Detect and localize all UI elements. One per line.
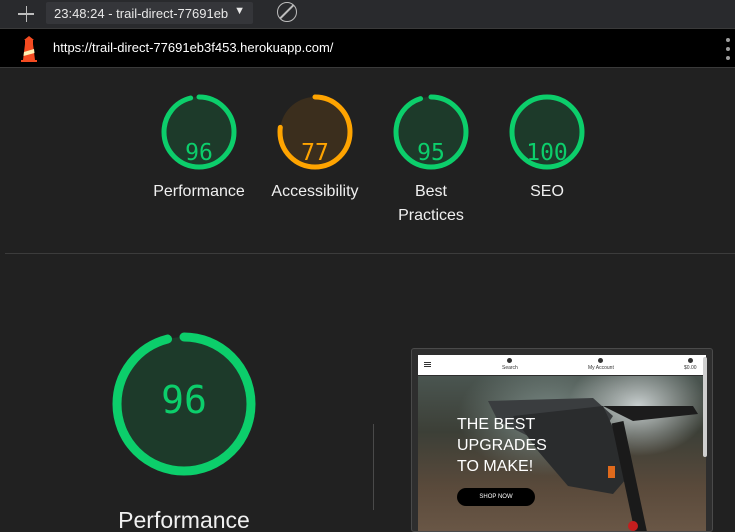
gauge-seo[interactable]: 100 SEO [487, 92, 607, 204]
vertical-divider [373, 424, 374, 510]
gauge-best-practices[interactable]: 95 Best Practices [371, 92, 491, 228]
hero-headline: THE BEST UPGRADES TO MAKE! [457, 414, 547, 477]
performance-heading: Performance [118, 507, 250, 532]
page-url[interactable]: https://trail-direct-77691eb3f453.heroku… [53, 40, 333, 55]
hero-line-3: TO MAKE! [457, 458, 534, 475]
report-label: 23:48:24 - trail-direct-77691eb [54, 5, 229, 21]
gauge-performance[interactable]: 96 Performance [139, 92, 259, 204]
gauge-accessibility[interactable]: 77 Accessibility [255, 92, 375, 204]
more-options-icon[interactable] [724, 38, 732, 60]
gauge-score: 100 [526, 140, 568, 166]
shop-now-button: SHOP NOW [457, 488, 535, 506]
bag-icon [687, 358, 693, 363]
gauge-score: 96 [185, 140, 213, 166]
gauge-score: 95 [417, 140, 445, 166]
nav-cart-label: $0.00 [684, 365, 697, 371]
nav-search-label: Search [502, 365, 518, 371]
hero-line-1: THE BEST [457, 416, 536, 433]
plus-icon[interactable] [14, 3, 38, 25]
gauge-score: 77 [301, 140, 329, 166]
gauge-label: Accessibility [271, 183, 359, 200]
gauge-label: SEO [530, 183, 564, 200]
devtools-toolbar: 23:48:24 - trail-direct-77691eb ▼ [0, 0, 735, 28]
search-icon [507, 358, 513, 363]
final-screenshot[interactable]: Search My Account $0.00 THE BEST UPGRADE… [411, 348, 713, 532]
report-selector[interactable]: 23:48:24 - trail-direct-77691eb ▼ [46, 2, 254, 24]
lighthouse-icon [21, 36, 37, 62]
screenshot-nav-account: My Account [588, 358, 614, 371]
hero-line-2: UPGRADES [457, 437, 547, 454]
screenshot-scrollbar[interactable] [703, 357, 707, 457]
performance-score-large: 96 [161, 378, 207, 422]
clear-icon[interactable] [277, 2, 297, 22]
caret-down-icon: ▼ [234, 5, 246, 17]
gauge-label: Performance [153, 183, 245, 200]
screenshot-nav-cart: $0.00 [684, 358, 697, 371]
user-icon [598, 358, 604, 363]
menu-icon [424, 362, 431, 367]
score-summary: 96 Performance 77 Accessibility 95 Best … [0, 68, 735, 253]
section-divider [5, 253, 735, 254]
screenshot-nav-search: Search [502, 358, 518, 371]
url-bar: https://trail-direct-77691eb3f453.heroku… [0, 28, 735, 68]
gauge-label: Best Practices [398, 183, 464, 224]
nav-account-label: My Account [588, 365, 614, 371]
screenshot-hero-image: THE BEST UPGRADES TO MAKE! SHOP NOW [418, 376, 706, 531]
screenshot-site-header: Search My Account $0.00 [418, 355, 706, 375]
